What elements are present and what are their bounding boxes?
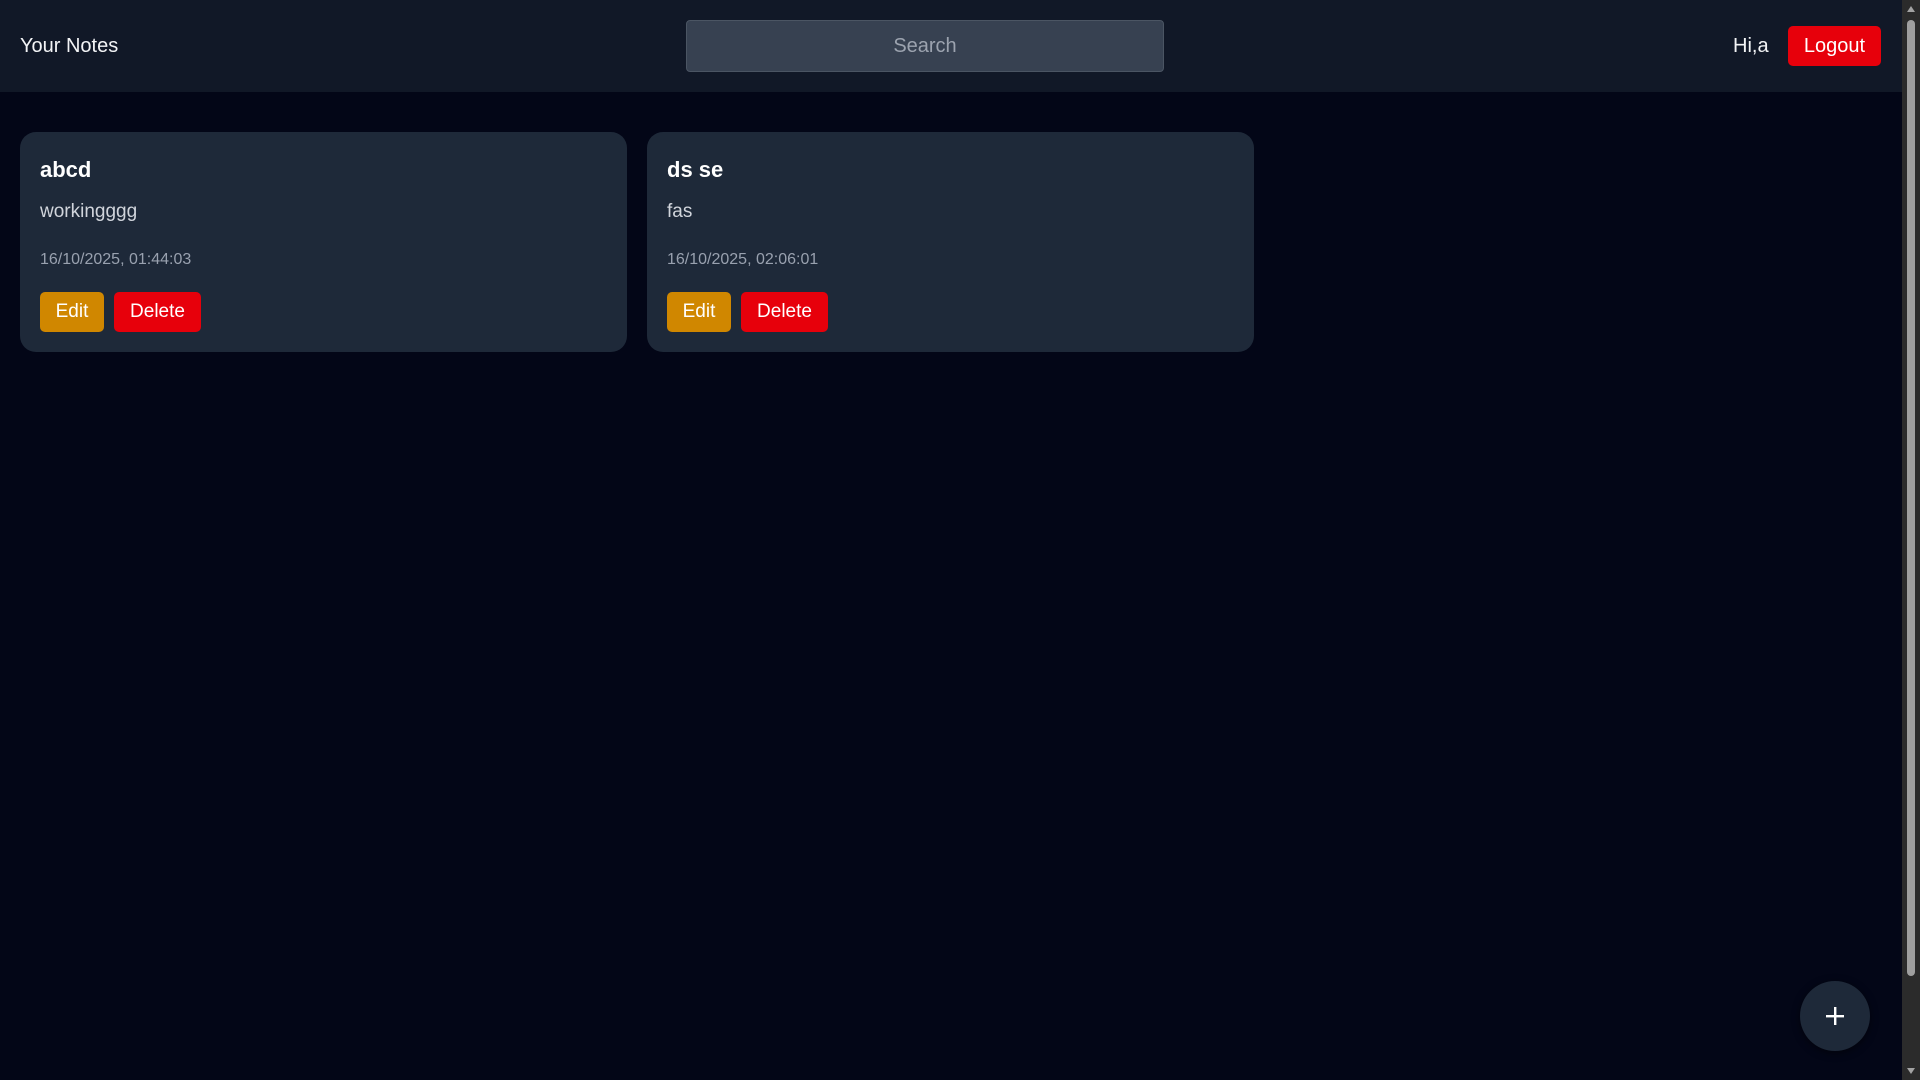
notes-grid: abcd workingggg 16/10/2025, 01:44:03 Edi… [20, 132, 1280, 352]
user-greeting: Hi,a [1733, 35, 1769, 57]
note-card: ds se fas 16/10/2025, 02:06:01 Edit Dele… [647, 132, 1254, 352]
delete-note-button[interactable]: Delete [114, 292, 201, 332]
delete-note-button[interactable]: Delete [741, 292, 828, 332]
scrollbar-thumb[interactable] [1907, 20, 1915, 976]
edit-note-button[interactable]: Edit [667, 292, 731, 332]
note-body: workingggg [40, 201, 138, 222]
search-input[interactable] [686, 20, 1164, 72]
plus-icon [1826, 1007, 1844, 1025]
notes-app: Your Notes Hi,a Logout abcd workingggg 1… [0, 0, 1902, 1080]
scroll-down-arrow-icon[interactable] [1906, 1066, 1916, 1076]
app-title: Your Notes [20, 35, 119, 57]
note-title: ds se [667, 157, 724, 182]
vertical-scrollbar[interactable] [1902, 0, 1920, 1080]
edit-note-button[interactable]: Edit [40, 292, 104, 332]
note-timestamp: 16/10/2025, 02:06:01 [667, 251, 819, 268]
add-note-button[interactable] [1800, 981, 1870, 1051]
note-timestamp: 16/10/2025, 01:44:03 [40, 251, 192, 268]
scroll-up-arrow-icon[interactable] [1906, 4, 1916, 14]
logout-button[interactable]: Logout [1788, 26, 1881, 66]
note-title: abcd [40, 157, 92, 182]
top-header: Your Notes Hi,a Logout [0, 0, 1902, 92]
note-body: fas [667, 201, 693, 222]
note-card: abcd workingggg 16/10/2025, 01:44:03 Edi… [20, 132, 627, 352]
